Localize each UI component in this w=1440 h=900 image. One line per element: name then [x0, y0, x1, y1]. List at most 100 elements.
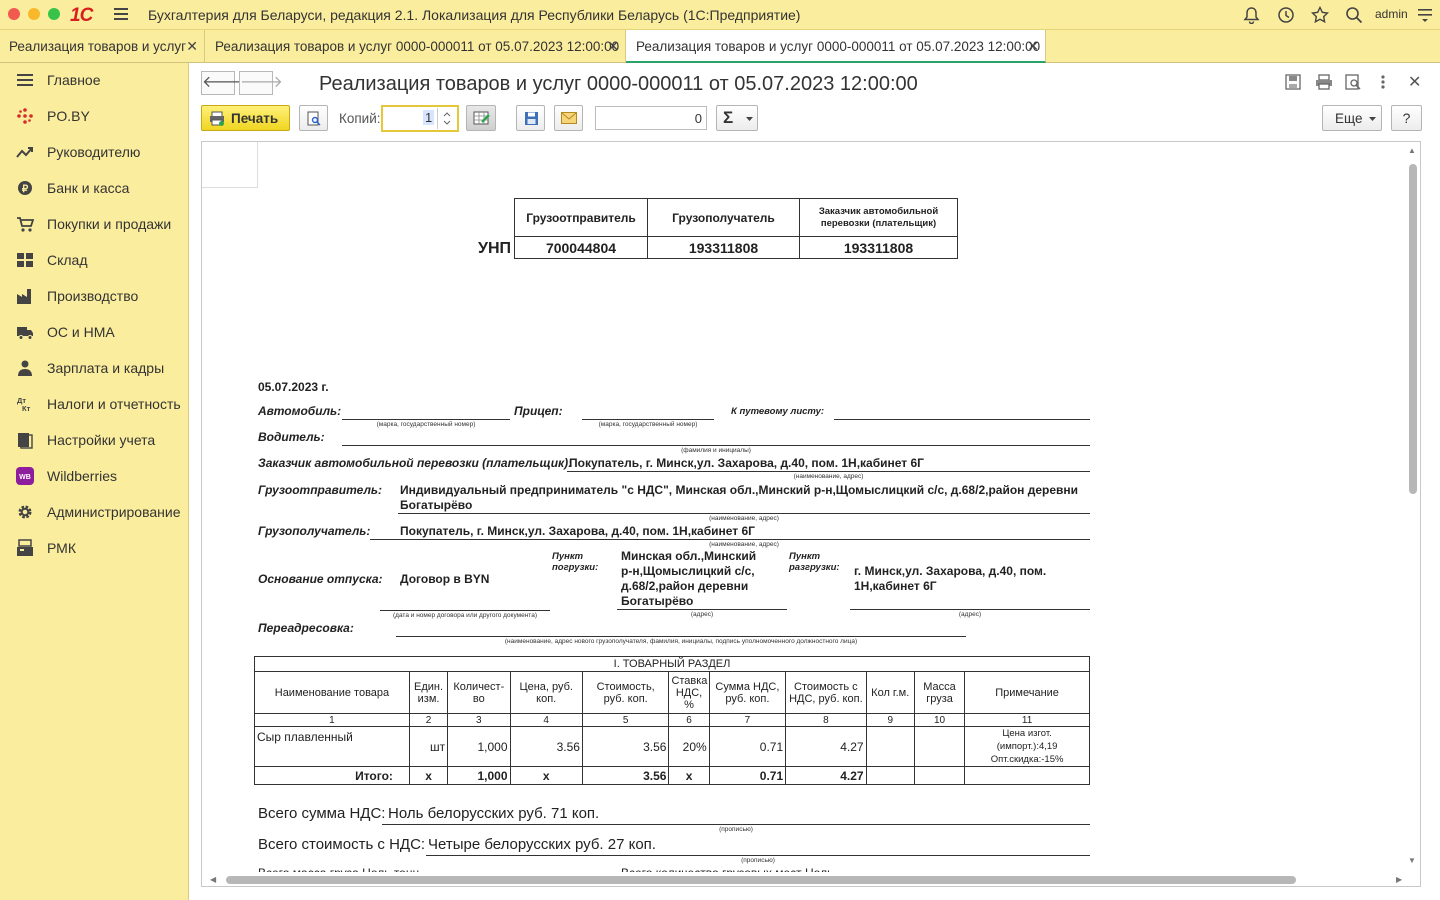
- sidebar-item-sales[interactable]: Покупки и продажи: [0, 207, 189, 243]
- sidebar-item-label: Банк и касса: [47, 180, 130, 196]
- sum-field[interactable]: 0: [595, 106, 707, 130]
- section-title: I. ТОВАРНЫЙ РАЗДЕЛ: [254, 656, 1090, 672]
- sidebar-item-settings[interactable]: Настройки учета: [0, 423, 189, 459]
- sidebar-item-admin[interactable]: Администрирование: [0, 495, 189, 531]
- send-email-button[interactable]: [554, 105, 583, 131]
- column-header: Наименование товара: [254, 671, 410, 714]
- trend-icon: [16, 143, 34, 161]
- totals-row: Итого: х 1,000 х 3.56 х 0.71 4.27: [254, 766, 1090, 785]
- column-number: 4: [509, 713, 583, 727]
- note-line: (импорт.):4,19: [996, 741, 1058, 752]
- close-tab-icon[interactable]: ✕: [607, 38, 619, 55]
- person-icon: [16, 359, 34, 377]
- vertical-scroll-thumb[interactable]: [1409, 164, 1417, 494]
- sidebar-item-label: Зарплата и кадры: [47, 360, 165, 376]
- sidebar-item-taxes[interactable]: Дт Кт Налоги и отчетность: [0, 387, 189, 423]
- customer-hint: (наименование, адрес): [793, 473, 864, 480]
- save-file-button[interactable]: [516, 105, 545, 131]
- totals-price: х: [509, 766, 583, 785]
- column-number: 9: [865, 713, 915, 727]
- sidebar-item-bank[interactable]: ₽ Банк и касса: [0, 171, 189, 207]
- unloading-value-2: 1Н,кабинет 6Г: [854, 579, 937, 593]
- preview-icon[interactable]: [1345, 74, 1361, 90]
- sidebar-item-label: Настройки учета: [47, 432, 156, 448]
- help-button[interactable]: ?: [1391, 105, 1422, 131]
- horizontal-scrollbar[interactable]: [222, 875, 1392, 885]
- sidebar-item-label: Склад: [47, 252, 88, 268]
- star-icon[interactable]: [1311, 6, 1329, 24]
- sidebar-item-salary[interactable]: Зарплата и кадры: [0, 351, 189, 387]
- register-icon: [16, 539, 34, 557]
- vertical-scrollbar[interactable]: [1408, 162, 1418, 852]
- sum-button[interactable]: Σ: [716, 105, 758, 131]
- edit-table-button[interactable]: [466, 105, 496, 131]
- sidebar-item-label: Администрирование: [47, 504, 181, 520]
- scroll-down-arrow-icon[interactable]: ▼: [1408, 856, 1416, 865]
- app-title: Бухгалтерия для Беларуси, редакция 2.1. …: [148, 7, 801, 23]
- customer-value: Покупатель, г. Минск,ул. Захарова, д.40,…: [569, 456, 924, 470]
- scroll-up-arrow-icon[interactable]: ▲: [1408, 146, 1416, 155]
- cell-note: Цена изгот. (импорт.):4,19 Опт.скидка:-1…: [964, 726, 1090, 767]
- main-menu-icon[interactable]: [114, 8, 128, 21]
- vat-total-hint: (прописью): [719, 826, 753, 833]
- sidebar-item-poby[interactable]: PO.BY: [0, 99, 189, 135]
- scroll-right-arrow-icon[interactable]: ▶: [1396, 875, 1402, 884]
- column-header: Кол г.м.: [865, 671, 915, 714]
- dtkt-icon: Дт Кт: [16, 395, 34, 413]
- horizontal-scroll-thumb[interactable]: [226, 876, 1296, 884]
- readdress-hint: (наименование, адрес нового грузополучат…: [504, 638, 858, 645]
- forward-button[interactable]: 🡒: [239, 71, 283, 95]
- page-preview-button[interactable]: [299, 105, 328, 131]
- maximize-window-icon[interactable]: [48, 8, 60, 20]
- consignee-value: Покупатель, г. Минск,ул. Захарова, д.40,…: [400, 524, 755, 538]
- shipper-hint: (наименование, адрес): [709, 515, 779, 522]
- close-window-icon[interactable]: [8, 8, 20, 20]
- save-icon[interactable]: [1285, 74, 1301, 90]
- table-row: Сыр плавленный шт 1,000 3.56 3.56 20% 0.…: [254, 726, 1090, 767]
- factory-icon: [16, 287, 34, 305]
- tab-realization-doc[interactable]: Реализация товаров и услуг 0000-000011 о…: [205, 30, 626, 63]
- history-icon[interactable]: [1277, 6, 1295, 24]
- print-button[interactable]: Печать: [201, 105, 290, 131]
- bell-icon[interactable]: [1243, 6, 1260, 24]
- main-area: 🡐 🡒 Реализация товаров и услуг 0000-0000…: [189, 63, 1440, 900]
- settings-menu-icon[interactable]: [1418, 8, 1432, 22]
- minimize-window-icon[interactable]: [28, 8, 40, 20]
- chevron-down-icon: [746, 117, 753, 122]
- search-icon[interactable]: [1345, 6, 1363, 24]
- copies-input[interactable]: 1: [381, 105, 459, 132]
- sidebar-item-main[interactable]: Главное: [0, 63, 189, 99]
- close-form-icon[interactable]: ✕: [1408, 72, 1421, 92]
- sidebar-item-manager[interactable]: Руководителю: [0, 135, 189, 171]
- sidebar-item-production[interactable]: Производство: [0, 279, 189, 315]
- cell-mass: [913, 726, 966, 767]
- sidebar-item-rmk[interactable]: РМК: [0, 531, 189, 567]
- tab-realization-print[interactable]: Реализация товаров и услуг 0000-000011 о…: [626, 30, 1046, 63]
- spreadsheet-document[interactable]: УНП Грузоотправитель Грузополучатель Зак…: [201, 141, 1421, 887]
- close-tab-icon[interactable]: ✕: [1027, 38, 1039, 55]
- unp-header-customer: Заказчик автомобильной перевозки (плател…: [799, 198, 958, 237]
- scroll-left-arrow-icon[interactable]: ◀: [210, 875, 216, 884]
- print-icon[interactable]: [1315, 74, 1333, 90]
- sidebar-item-warehouse[interactable]: Склад: [0, 243, 189, 279]
- tab-realization-list[interactable]: Реализация товаров и услуг ✕: [0, 30, 205, 63]
- user-name[interactable]: admin: [1375, 7, 1408, 21]
- total-label: Всего стоимость с НДС:: [258, 836, 426, 853]
- column-header: Сумма НДС, руб. коп.: [708, 671, 787, 714]
- column-header: Примечание: [964, 671, 1090, 714]
- gear-icon: [16, 503, 34, 521]
- unloading-label-2: разгрузки:: [789, 562, 840, 573]
- cell-vat-sum: 0.71: [708, 726, 787, 767]
- close-tab-icon[interactable]: ✕: [186, 38, 198, 55]
- cell-unit: шт: [408, 726, 449, 767]
- copies-stepper[interactable]: [437, 108, 455, 129]
- back-button[interactable]: 🡐: [201, 71, 245, 95]
- sidebar-item-wildberries[interactable]: WB Wildberries: [0, 459, 189, 495]
- unp-table: Грузоотправитель Грузополучатель Заказчи…: [514, 198, 958, 259]
- loading-value-1: Минская обл.,Минский: [621, 549, 757, 563]
- tab-label: Реализация товаров и услуг 0000-000011 о…: [215, 39, 620, 54]
- sidebar-item-assets[interactable]: ОС и НМА: [0, 315, 189, 351]
- more-actions-icon[interactable]: [1381, 74, 1385, 90]
- tabs-bar: Реализация товаров и услуг ✕ Реализация т…: [0, 30, 1440, 63]
- more-button[interactable]: Еще: [1322, 105, 1382, 131]
